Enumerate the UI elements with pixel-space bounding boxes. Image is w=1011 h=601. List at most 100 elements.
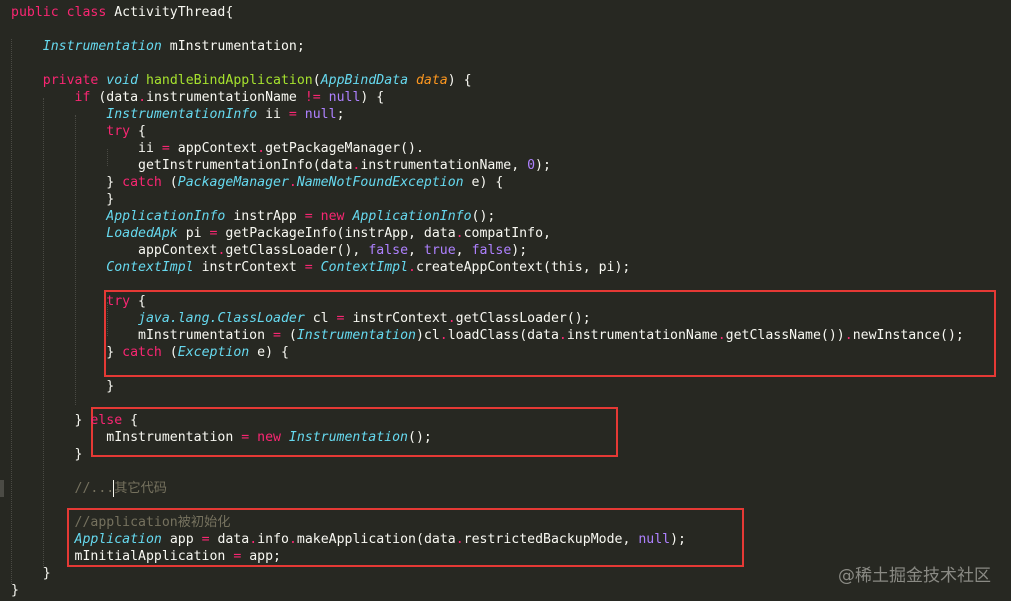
code-token: ); (670, 532, 686, 547)
code-line[interactable]: } catch (Exception e) { (11, 344, 289, 361)
code-line[interactable]: //application被初始化 (11, 514, 231, 531)
code-token: ActivityThread{ (114, 5, 234, 20)
code-token: true (423, 243, 456, 258)
code-token: LoadedApk (106, 226, 178, 241)
code-token: getClassLoader(); (455, 311, 591, 326)
code-token: getPackageInfo(instrApp, data (225, 226, 456, 241)
code-token: } (11, 583, 19, 598)
code-token: (); (471, 209, 496, 224)
code-token: . (288, 175, 297, 190)
code-line[interactable]: } (11, 191, 114, 208)
code-token: createAppContext(this, pi); (415, 260, 631, 275)
code-token: = (201, 532, 218, 547)
code-token: } (11, 566, 51, 581)
code-line[interactable]: } (11, 378, 114, 395)
code-token: e) { (249, 345, 289, 360)
code-token: catch (122, 175, 170, 190)
code-token: . (408, 260, 416, 275)
code-token: e) { (463, 175, 504, 190)
code-token: )cl (415, 328, 440, 343)
code-token: //application被初始化 (74, 515, 231, 530)
code-token: . (844, 328, 853, 343)
current-line-marker (0, 480, 4, 497)
code-token: } (11, 175, 123, 190)
code-token: info (257, 532, 289, 547)
code-token: mInstrumentation; (161, 39, 305, 54)
code-token: if (74, 90, 99, 105)
code-token: Instrumentation (42, 39, 162, 54)
code-token: (); (408, 430, 432, 445)
code-token: ) { (360, 90, 385, 105)
code-token: ApplicationInfo (106, 209, 226, 224)
code-line[interactable]: } (11, 582, 19, 599)
code-token: . (447, 311, 456, 326)
code-token: = (304, 209, 321, 224)
code-line[interactable]: if (data.instrumentationName != null) { (11, 89, 385, 106)
code-token: mInstrumentation (11, 430, 242, 445)
code-token: , (408, 243, 424, 258)
code-line[interactable]: } (11, 446, 83, 463)
code-token: else (90, 413, 131, 428)
code-line[interactable]: try { (11, 293, 146, 310)
code-line[interactable]: ApplicationInfo instrApp = new Applicati… (11, 208, 495, 225)
code-line[interactable]: java.lang.ClassLoader cl = instrContext.… (11, 310, 591, 327)
code-line[interactable]: } else { (11, 412, 139, 429)
code-token: app; (249, 549, 281, 564)
code-line[interactable]: try { (11, 123, 146, 140)
code-token: null (304, 107, 337, 122)
code-line[interactable]: LoadedApk pi = getPackageInfo(instrApp, … (11, 225, 551, 242)
code-token: = (273, 328, 289, 343)
code-token: appContext (11, 243, 218, 258)
code-token: ApplicationInfo (352, 209, 472, 224)
code-token: instrumentationName, (360, 158, 528, 173)
code-token: mInstrumentation (11, 328, 274, 343)
code-token: try (106, 124, 139, 139)
code-token: ; (336, 107, 345, 122)
code-editor[interactable]: @稀土掘金技术社区 public class ActivityThread{ I… (0, 0, 1011, 601)
code-line[interactable]: InstrumentationInfo ii = null; (11, 106, 345, 123)
code-token: ); (535, 158, 551, 173)
code-line[interactable]: getInstrumentationInfo(data.instrumentat… (11, 157, 551, 174)
code-line[interactable]: Application app = data.info.makeApplicat… (11, 531, 686, 548)
code-line[interactable]: ContextImpl instrContext = ContextImpl.c… (11, 259, 630, 276)
code-token: cl (304, 311, 337, 326)
code-token: instrContext (352, 311, 448, 326)
code-line[interactable]: appContext.getClassLoader(), false, true… (11, 242, 527, 259)
code-line[interactable]: ii = appContext.getPackageManager(). (11, 140, 424, 157)
code-line[interactable]: mInitialApplication = app; (11, 548, 281, 565)
code-token: InstrumentationInfo (106, 107, 258, 122)
code-token: null (638, 532, 671, 547)
code-token: 0 (527, 158, 536, 173)
code-token: . (138, 90, 147, 105)
code-token: getClassLoader(), (225, 243, 369, 258)
code-token: app (161, 532, 202, 547)
code-token: Instrumentation (296, 328, 416, 343)
code-token: catch (122, 345, 170, 360)
code-token: Application (74, 532, 162, 547)
code-token: java.lang.ClassLoader (138, 311, 305, 326)
code-token: } (11, 192, 115, 207)
code-token: compatInfo, (463, 226, 551, 241)
code-line[interactable]: //...其它代码 (11, 480, 167, 497)
code-line[interactable]: Instrumentation mInstrumentation; (11, 38, 305, 55)
code-token: newInstance(); (852, 328, 964, 343)
code-token: instrumentationName (146, 90, 305, 105)
code-token: . (288, 532, 297, 547)
code-line[interactable]: private void handleBindApplication(AppBi… (11, 72, 472, 89)
code-line[interactable]: } (11, 565, 51, 582)
code-line[interactable]: public class ActivityThread{ (11, 4, 233, 21)
code-token: ); (511, 243, 528, 258)
code-token: try (106, 294, 139, 309)
code-token: } (11, 379, 115, 394)
code-token: = (304, 260, 321, 275)
code-line[interactable]: mInstrumentation = new Instrumentation()… (11, 429, 432, 446)
code-line[interactable]: mInstrumentation = (Instrumentation)cl.l… (11, 327, 964, 344)
code-token: ii (257, 107, 289, 122)
code-token: new (320, 209, 353, 224)
code-line[interactable]: } catch (PackageManager.NameNotFoundExce… (11, 174, 503, 191)
